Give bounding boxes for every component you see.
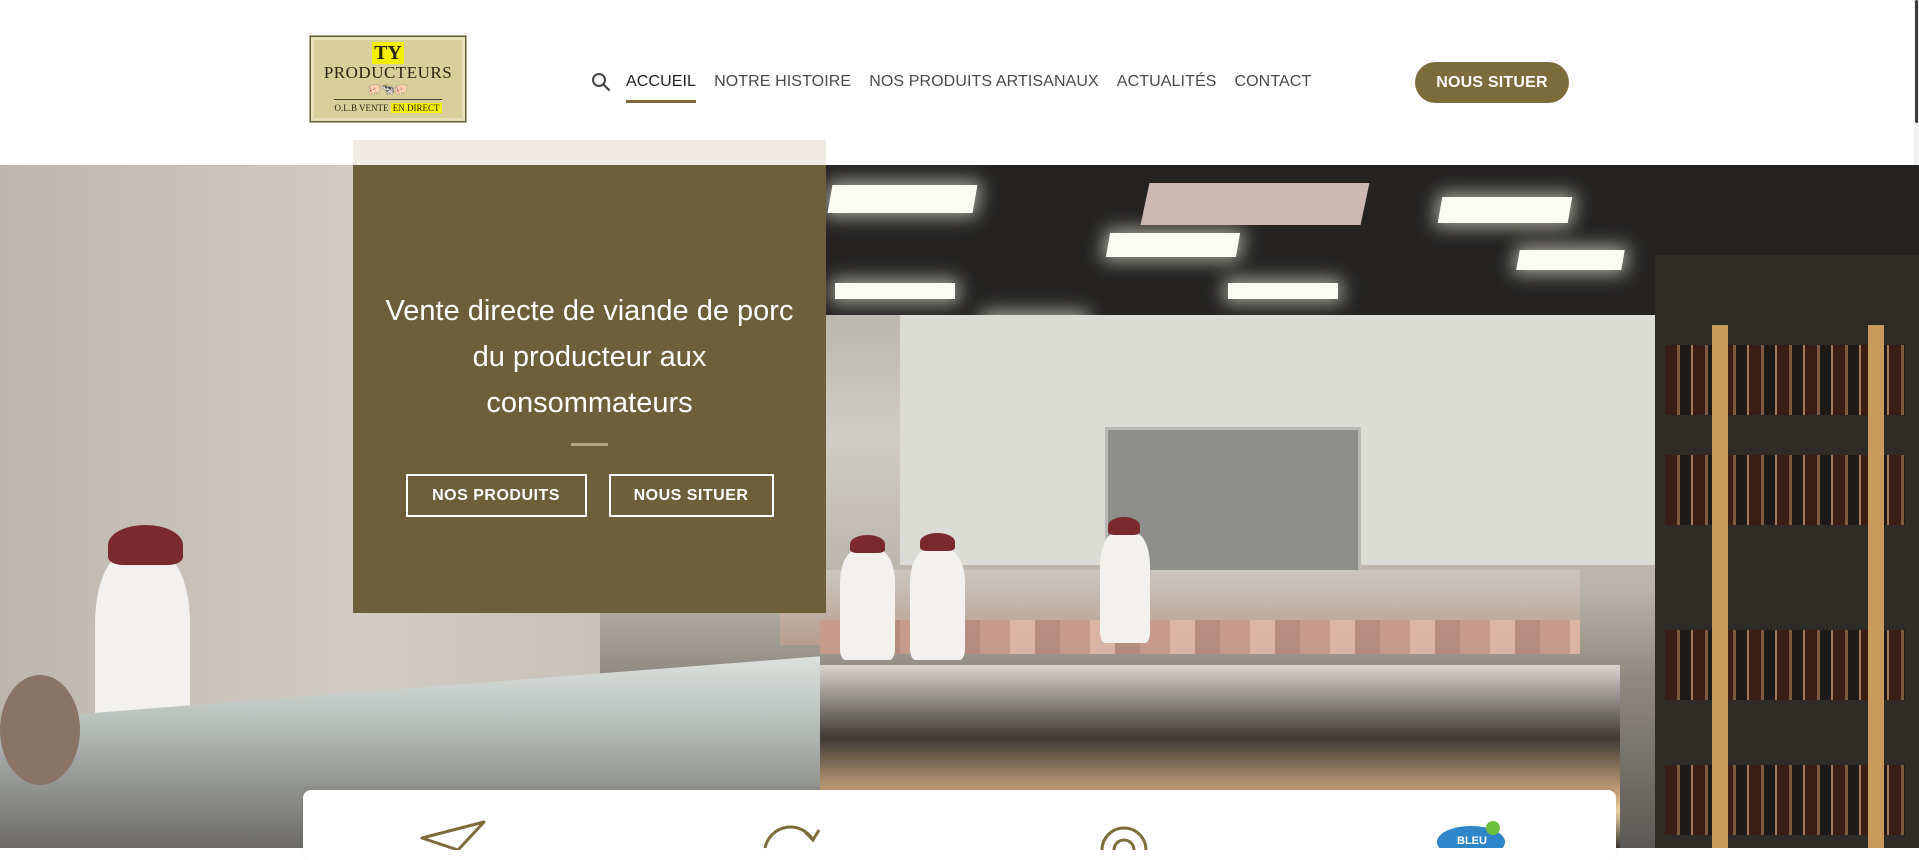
pig-icon: 🐖🐄🐖	[367, 84, 409, 96]
nav-nos-produits-artisanaux[interactable]: NOS PRODUITS ARTISANAUX	[869, 73, 1099, 91]
search-icon[interactable]	[590, 71, 612, 93]
nav-contact[interactable]: CONTACT	[1234, 73, 1311, 91]
scrollbar-thumb[interactable]	[1915, 0, 1918, 123]
logo-ty-text: TY	[372, 42, 404, 64]
refresh-icon	[763, 825, 821, 849]
logo-tagline: O.L.B VENTE	[334, 103, 391, 113]
hero-title: Vente directe de viande de porc du produ…	[385, 295, 794, 419]
badge-text: BLEU	[1457, 835, 1487, 847]
nav-notre-histoire[interactable]: NOTRE HISTOIRE	[714, 73, 851, 91]
logo-tagline-highlight: EN DIRECT	[390, 103, 442, 113]
site-logo[interactable]: TY PRODUCTEURS 🐖🐄🐖 O.L.B VENTE EN DIRECT	[310, 36, 466, 122]
nav-actualites[interactable]: ACTUALITÉS	[1117, 73, 1217, 91]
nous-situer-hero-button[interactable]: NOUS SITUER	[608, 474, 774, 517]
bleu-blanc-coeur-badge: BLEU	[1437, 821, 1505, 848]
site-header: TY PRODUCTEURS 🐖🐄🐖 O.L.B VENTE EN DIRECT…	[0, 0, 1919, 165]
features-card: BLEU	[303, 790, 1616, 860]
nous-situer-header-button[interactable]: NOUS SITUER	[1415, 62, 1569, 103]
nos-produits-button[interactable]: NOS PRODUITS	[405, 474, 587, 517]
gear-icon	[1100, 826, 1148, 850]
logo-producteurs-text: PRODUCTEURS	[323, 63, 453, 82]
paper-plane-icon	[420, 820, 486, 850]
main-nav: ACCUEIL NOTRE HISTOIRE NOS PRODUITS ARTI…	[590, 70, 1329, 103]
hero-overlay-panel: Vente directe de viande de porc du produ…	[353, 165, 826, 613]
hero-banner	[0, 165, 1919, 848]
hero-divider	[571, 443, 608, 446]
nav-accueil[interactable]: ACCUEIL	[626, 73, 697, 103]
